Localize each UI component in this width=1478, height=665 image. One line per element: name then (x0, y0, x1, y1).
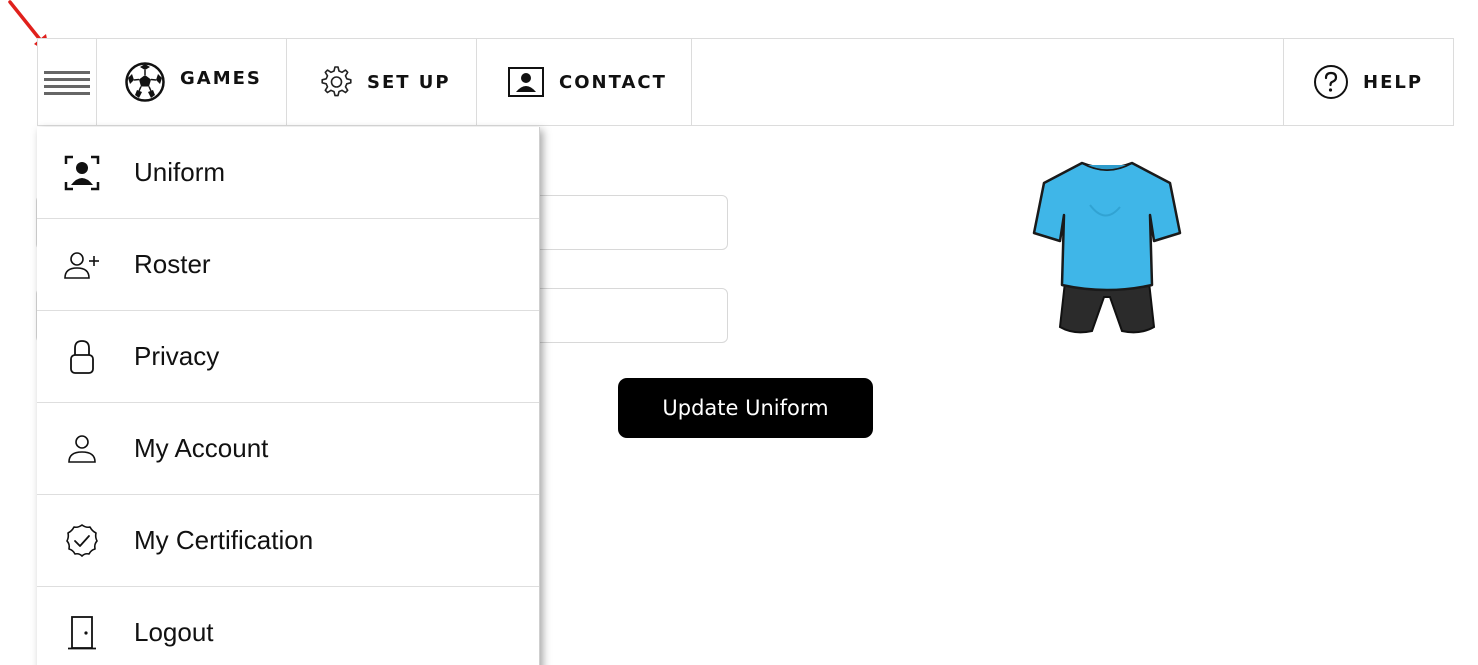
drawer-item-label: My Certification (134, 525, 314, 555)
user-icon (62, 433, 102, 465)
nav-spacer (692, 39, 1284, 125)
menu-toggle-button[interactable] (38, 39, 97, 125)
drawer-item-my-account[interactable]: My Account (37, 403, 539, 495)
nav-contact-label: CONTACT (559, 71, 667, 93)
person-frame-icon (62, 154, 102, 192)
app-page: GAMES SET UP CONTACT HELP Update Uniform… (0, 0, 1478, 665)
drawer-item-my-certification[interactable]: My Certification (37, 495, 539, 587)
lock-icon (62, 338, 102, 376)
drawer-item-roster[interactable]: Roster (37, 219, 539, 311)
drawer-item-uniform[interactable]: Uniform (37, 127, 539, 219)
drawer-item-logout[interactable]: Logout (37, 587, 539, 665)
nav-setup-label: SET UP (367, 71, 451, 93)
user-plus-icon (62, 250, 102, 280)
soccer-ball-icon (124, 61, 166, 103)
hamburger-icon[interactable] (44, 69, 90, 95)
nav-games[interactable]: GAMES (97, 39, 287, 125)
nav-setup[interactable]: SET UP (287, 39, 477, 125)
drawer-item-label: Privacy (134, 341, 220, 371)
side-drawer-menu: Uniform Roster Privacy My Account My Cer… (37, 127, 540, 665)
contact-card-icon (507, 66, 545, 98)
drawer-item-label: Logout (134, 617, 214, 647)
drawer-item-label: Uniform (134, 157, 226, 187)
drawer-item-label: Roster (134, 249, 211, 279)
update-uniform-button[interactable]: Update Uniform (618, 378, 873, 438)
nav-help-label: HELP (1363, 71, 1424, 93)
question-circle-icon (1313, 64, 1349, 100)
drawer-item-privacy[interactable]: Privacy (37, 311, 539, 403)
gear-icon (317, 64, 353, 100)
nav-games-label: GAMES (180, 67, 262, 89)
drawer-item-label: My Account (134, 433, 269, 463)
nav-contact[interactable]: CONTACT (477, 39, 692, 125)
badge-check-icon (62, 522, 102, 560)
top-navigation: GAMES SET UP CONTACT HELP (37, 38, 1454, 126)
uniform-preview-image (1032, 161, 1182, 334)
door-icon (62, 614, 102, 652)
nav-help[interactable]: HELP (1284, 39, 1453, 125)
